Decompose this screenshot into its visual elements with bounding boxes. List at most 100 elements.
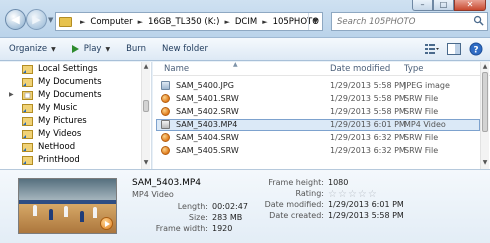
preview-pane-button[interactable] — [446, 41, 462, 57]
star-icon[interactable]: ☆ — [338, 190, 347, 200]
file-row-selected[interactable]: SAM_5403.MP4 1/29/2013 6:01 PM MP4 Video — [156, 119, 480, 131]
detail-date-modified-value[interactable]: 1/29/2013 6:01 PM — [328, 200, 404, 209]
help-button[interactable]: ? — [468, 41, 484, 57]
detail-frame-width-value[interactable]: 1920 — [212, 224, 232, 233]
nav-item-printhood[interactable]: PrintHood — [22, 153, 80, 167]
shortcut-folder-icon — [22, 130, 33, 139]
breadcrumb-separator-icon[interactable]: ► — [80, 18, 85, 26]
file-type: MP4 Video — [404, 120, 446, 129]
scroll-down-icon[interactable]: ▼ — [142, 159, 150, 168]
nav-item-label: My Documents — [38, 77, 102, 87]
file-row[interactable]: SAM_5405.SRW 1/29/2013 6:32 PM SRW File — [156, 145, 480, 157]
back-arrow-icon: ◀ — [11, 13, 20, 26]
star-icon[interactable]: ☆ — [348, 190, 357, 200]
scroll-thumb[interactable] — [482, 72, 488, 132]
new-folder-button[interactable]: New folder — [154, 38, 216, 61]
burn-button[interactable]: Burn — [118, 38, 154, 61]
new-folder-label: New folder — [162, 44, 208, 54]
organize-button[interactable]: Organize ▼ — [0, 38, 64, 61]
detail-size-value: 283 MB — [212, 213, 243, 222]
nav-item-label: My Videos — [38, 129, 82, 139]
back-button[interactable]: ◀ — [5, 9, 26, 30]
expand-arrow-icon[interactable]: ▶ — [9, 91, 14, 98]
image-file-icon — [161, 81, 170, 90]
file-type: SRW File — [404, 94, 439, 103]
column-header-date[interactable]: Date modified — [330, 64, 390, 74]
thumbnail-figure — [64, 206, 68, 217]
nav-item-my-documents[interactable]: My Documents — [22, 75, 102, 89]
help-icon: ? — [469, 42, 483, 56]
scroll-thumb[interactable] — [143, 100, 149, 112]
breadcrumb-computer[interactable]: Computer — [90, 17, 132, 27]
change-view-button[interactable] — [424, 41, 440, 57]
detail-length: Length: 00:02:47 — [132, 202, 248, 212]
address-dropdown-button[interactable]: ▼ — [308, 13, 322, 30]
detail-size-label: Size: — [188, 213, 208, 222]
video-thumbnail[interactable] — [18, 178, 117, 234]
breadcrumb-separator-icon[interactable]: ► — [262, 18, 267, 26]
detail-length-value[interactable]: 00:02:47 — [212, 202, 248, 211]
organize-label: Organize — [9, 44, 48, 54]
play-overlay-icon[interactable] — [100, 217, 113, 230]
file-name: SAM_5403.MP4 — [176, 120, 238, 129]
file-row[interactable]: SAM_5401.SRW 1/29/2013 5:58 PM SRW File — [156, 93, 480, 105]
detail-frame-height-label: Frame height: — [268, 178, 324, 187]
thumbnail-figure — [49, 209, 53, 220]
nav-item-label: My Documents — [38, 90, 102, 100]
file-date: 1/29/2013 5:58 PM — [330, 94, 406, 103]
nav-item-my-pictures[interactable]: My Pictures — [22, 114, 87, 128]
detail-size: Size: 283 MB — [132, 213, 242, 223]
scroll-down-icon[interactable]: ▼ — [481, 159, 489, 168]
rating-stars[interactable]: ☆ ☆ ☆ ☆ ☆ — [328, 190, 378, 200]
play-button[interactable]: Play ▼ — [64, 38, 118, 61]
nav-item-my-documents-2[interactable]: My Documents — [22, 88, 102, 102]
maximize-button[interactable]: □ — [433, 0, 454, 11]
file-type: SRW File — [404, 107, 439, 116]
nav-scrollbar[interactable]: ▲ ▼ — [141, 62, 150, 169]
file-row[interactable]: SAM_5402.SRW 1/29/2013 5:58 PM SRW File — [156, 106, 480, 118]
breadcrumb: ► Computer ► 16GB_TL350 (K:) ► DCIM ► 10… — [75, 17, 319, 27]
raw-file-icon — [161, 146, 170, 155]
star-icon[interactable]: ☆ — [328, 190, 337, 200]
forward-button[interactable]: ▶ — [26, 9, 47, 30]
search-icon[interactable] — [473, 15, 484, 26]
detail-date-created-label: Date created: — [269, 211, 324, 220]
detail-frame-height-value[interactable]: 1080 — [328, 178, 348, 187]
detail-date-created-value[interactable]: 1/29/2013 5:58 PM — [328, 211, 404, 220]
thumbnail-figure — [80, 211, 84, 222]
file-date: 1/29/2013 6:32 PM — [330, 133, 406, 142]
nav-item-label: PrintHood — [38, 155, 80, 165]
video-file-icon — [161, 120, 170, 129]
chevron-down-icon: ▼ — [105, 45, 111, 53]
nav-item-label: Local Settings — [38, 64, 98, 74]
minimize-button[interactable]: – — [412, 0, 433, 11]
nav-item-local-settings[interactable]: Local Settings — [22, 62, 98, 76]
file-list-scrollbar[interactable]: ▲ ▼ — [480, 62, 489, 169]
address-bar[interactable]: ► Computer ► 16GB_TL350 (K:) ► DCIM ► 10… — [55, 12, 323, 31]
nav-item-nethood[interactable]: NetHood — [22, 140, 75, 154]
close-button[interactable]: ✕ — [454, 0, 486, 11]
play-label: Play — [83, 44, 102, 54]
search-box[interactable] — [331, 12, 488, 31]
command-bar: Organize ▼ Play ▼ Burn New folder ? — [0, 38, 490, 61]
shortcut-folder-icon — [22, 65, 33, 74]
breadcrumb-dcim[interactable]: DCIM — [235, 17, 257, 27]
star-icon[interactable]: ☆ — [358, 190, 367, 200]
file-row[interactable]: SAM_5404.SRW 1/29/2013 6:32 PM SRW File — [156, 132, 480, 144]
column-header-type[interactable]: Type — [404, 64, 424, 74]
column-header-name[interactable]: Name — [164, 64, 189, 74]
scroll-up-icon[interactable]: ▲ — [142, 63, 150, 72]
shortcut-folder-icon — [22, 156, 33, 165]
scroll-up-icon[interactable]: ▲ — [481, 63, 489, 72]
nav-item-my-music[interactable]: My Music — [22, 101, 77, 115]
breadcrumb-drive[interactable]: 16GB_TL350 (K:) — [148, 17, 219, 27]
breadcrumb-separator-icon[interactable]: ► — [224, 18, 229, 26]
file-type: JPEG image — [404, 81, 450, 90]
file-date: 1/29/2013 5:58 PM — [330, 81, 406, 90]
star-icon[interactable]: ☆ — [368, 190, 377, 200]
nav-item-my-videos[interactable]: My Videos — [22, 127, 81, 141]
search-input[interactable] — [332, 13, 470, 30]
breadcrumb-separator-icon[interactable]: ► — [138, 18, 143, 26]
recent-pages-dropdown[interactable]: ▼ — [48, 16, 53, 24]
file-row[interactable]: SAM_5400.JPG 1/29/2013 5:58 PM JPEG imag… — [156, 80, 480, 92]
